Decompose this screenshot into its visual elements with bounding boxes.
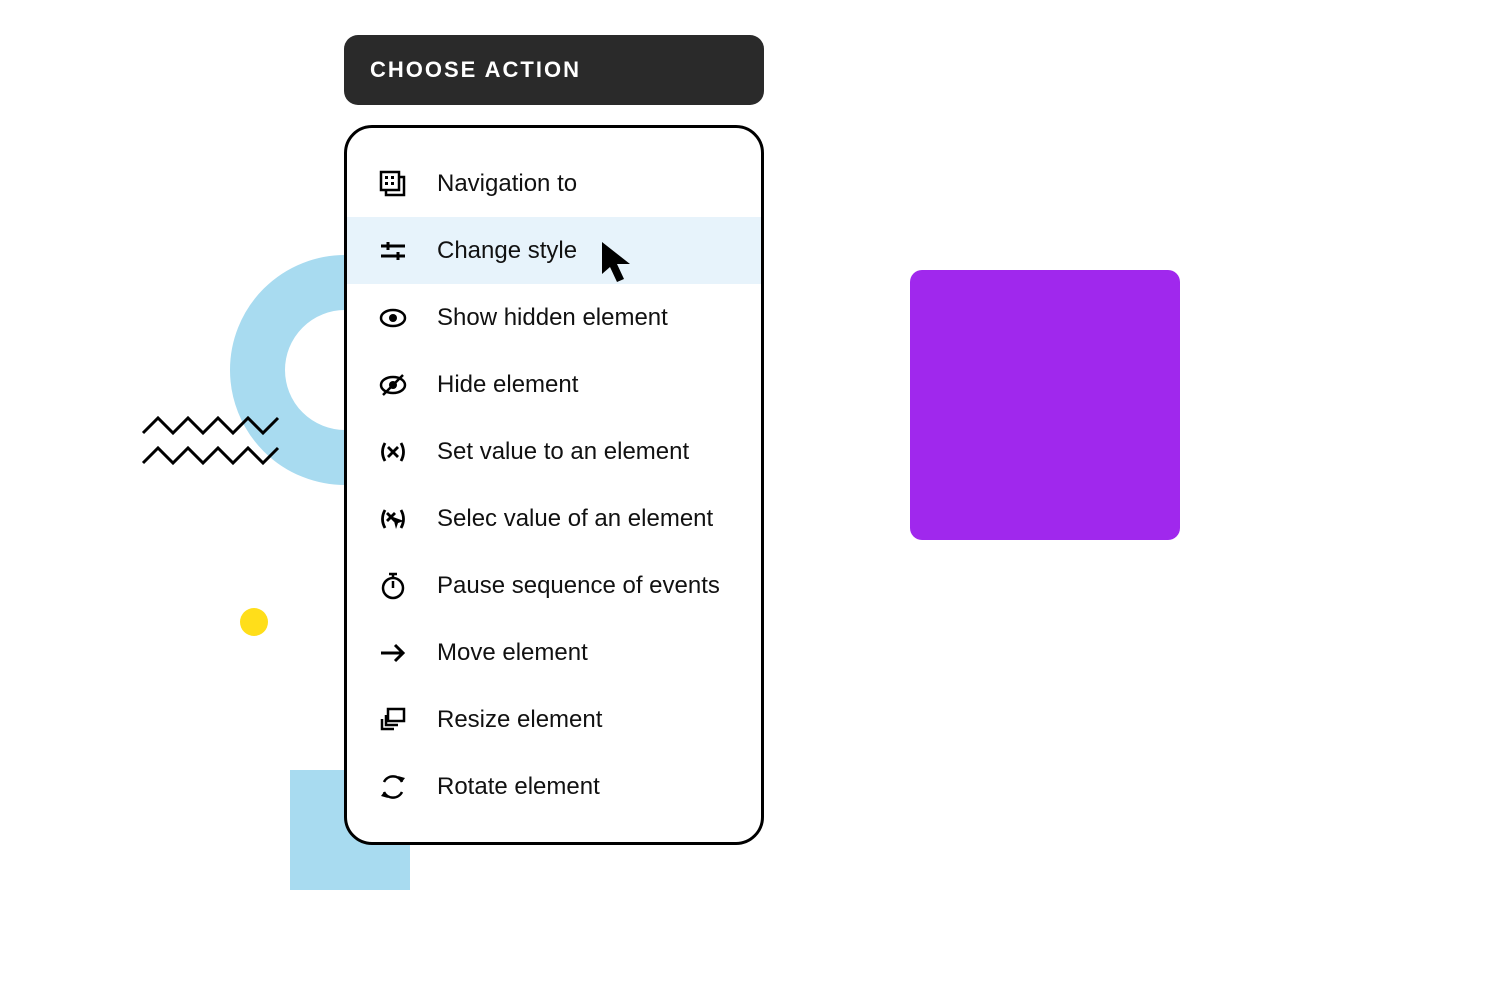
- decorative-yellow-dot: [240, 608, 268, 636]
- menu-item-label: Change style: [437, 237, 577, 265]
- eye-slash-icon: [377, 369, 409, 401]
- menu-item-label: Hide element: [437, 371, 578, 399]
- menu-item-set-value[interactable]: Set value to an element: [347, 418, 761, 485]
- decorative-zigzag: [140, 415, 290, 475]
- decorative-purple-square: [910, 270, 1180, 540]
- stopwatch-icon: [377, 570, 409, 602]
- menu-item-label: Selec value of an element: [437, 505, 713, 533]
- menu-item-label: Navigation to: [437, 170, 577, 198]
- menu-item-resize-element[interactable]: Resize element: [347, 686, 761, 753]
- action-menu: Navigation to Change style Show hidden e…: [344, 125, 764, 845]
- menu-item-hide-element[interactable]: Hide element: [347, 351, 761, 418]
- menu-item-label: Set value to an element: [437, 438, 689, 466]
- menu-item-label: Resize element: [437, 706, 602, 734]
- arrow-right-icon: [377, 637, 409, 669]
- navigation-icon: [377, 168, 409, 200]
- menu-item-navigation-to[interactable]: Navigation to: [347, 150, 761, 217]
- menu-item-label: Move element: [437, 639, 588, 667]
- menu-item-select-value[interactable]: Selec value of an element: [347, 485, 761, 552]
- menu-item-change-style[interactable]: Change style: [347, 217, 761, 284]
- resize-icon: [377, 704, 409, 736]
- menu-item-label: Show hidden element: [437, 304, 668, 332]
- set-value-icon: [377, 436, 409, 468]
- menu-item-label: Pause sequence of events: [437, 572, 720, 600]
- choose-action-header: CHOOSE ACTION: [344, 35, 764, 105]
- eye-icon: [377, 302, 409, 334]
- select-value-icon: [377, 503, 409, 535]
- rotate-icon: [377, 771, 409, 803]
- menu-item-label: Rotate element: [437, 773, 600, 801]
- header-title: CHOOSE ACTION: [370, 57, 581, 83]
- menu-item-pause-sequence[interactable]: Pause sequence of events: [347, 552, 761, 619]
- menu-item-move-element[interactable]: Move element: [347, 619, 761, 686]
- menu-item-show-hidden-element[interactable]: Show hidden element: [347, 284, 761, 351]
- menu-item-rotate-element[interactable]: Rotate element: [347, 753, 761, 820]
- sliders-icon: [377, 235, 409, 267]
